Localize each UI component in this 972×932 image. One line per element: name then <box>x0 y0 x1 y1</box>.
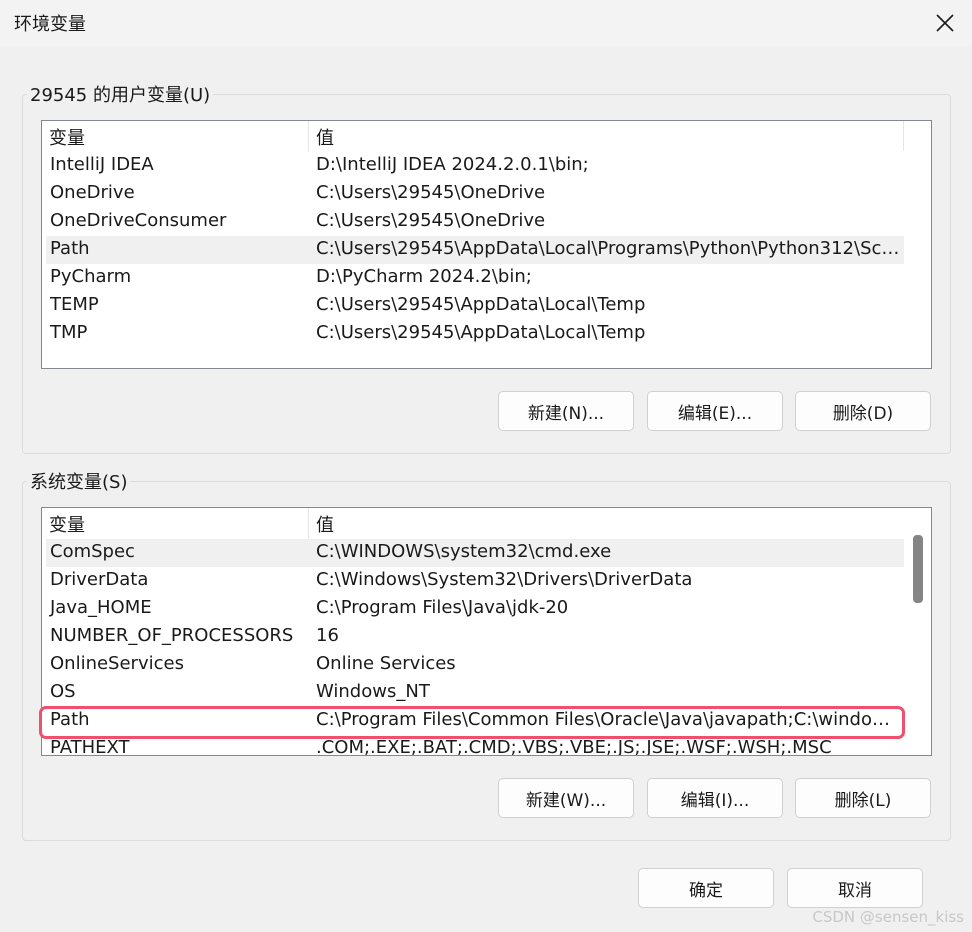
var-name: OneDriveConsumer <box>50 210 227 231</box>
sys-vars-scrollbar[interactable] <box>905 508 931 755</box>
column-header-name[interactable]: 变量 <box>42 511 85 537</box>
user-vars-list-header: 变量 值 <box>42 121 904 151</box>
list-item[interactable]: NUMBER_OF_PROCESSORS 16 <box>46 623 904 651</box>
var-name: DriverData <box>50 569 149 590</box>
list-item[interactable]: OneDrive C:\Users\29545\OneDrive <box>46 180 904 208</box>
list-item[interactable]: OnlineServices Online Services <box>46 651 904 679</box>
user-edit-button[interactable]: 编辑(E)... <box>647 391 783 431</box>
var-name: PATHEXT <box>50 737 130 756</box>
user-delete-button[interactable]: 删除(D) <box>795 391 931 431</box>
close-icon <box>936 14 954 32</box>
var-value: 16 <box>316 625 339 646</box>
cancel-button[interactable]: 取消 <box>787 868 923 908</box>
scrollbar-thumb[interactable] <box>913 535 923 603</box>
var-name: TMP <box>50 322 88 343</box>
user-new-button[interactable]: 新建(N)... <box>498 391 634 431</box>
list-item[interactable]: DriverData C:\Windows\System32\Drivers\D… <box>46 567 904 595</box>
watermark: CSDN @sensen_kiss <box>812 908 964 926</box>
var-value: C:\WINDOWS\system32\cmd.exe <box>316 541 612 562</box>
column-header-value[interactable]: 值 <box>309 124 334 150</box>
var-name: TEMP <box>50 294 99 315</box>
var-value: C:\Windows\System32\Drivers\DriverData <box>316 569 693 590</box>
close-button[interactable] <box>926 4 964 42</box>
list-item-selected[interactable]: ComSpec C:\WINDOWS\system32\cmd.exe <box>46 539 904 567</box>
sys-vars-list-header: 变量 值 <box>42 508 904 538</box>
sys-new-button[interactable]: 新建(W)... <box>498 778 634 818</box>
var-name: ComSpec <box>50 541 135 562</box>
dialog-body: 29545 的用户变量(U) 变量 值 IntelliJ IDEA D:\Int… <box>0 46 972 932</box>
user-vars-group-title: 29545 的用户变量(U) <box>27 81 214 107</box>
var-name: Java_HOME <box>50 597 152 618</box>
sys-vars-group-title: 系统变量(S) <box>27 468 131 494</box>
var-name: PyCharm <box>50 266 132 287</box>
var-name: OS <box>50 681 76 702</box>
ok-button[interactable]: 确定 <box>638 868 774 908</box>
sys-edit-button[interactable]: 编辑(I)... <box>647 778 783 818</box>
var-name: Path <box>50 238 90 259</box>
title-bar: 环境变量 <box>0 0 972 46</box>
var-value: D:\IntelliJ IDEA 2024.2.0.1\bin; <box>316 154 589 175</box>
list-item[interactable]: TMP C:\Users\29545\AppData\Local\Temp <box>46 320 904 348</box>
var-name: IntelliJ IDEA <box>50 154 154 175</box>
var-value: C:\Users\29545\AppData\Local\Temp <box>316 294 646 315</box>
list-item-selected[interactable]: Path C:\Users\29545\AppData\Local\Progra… <box>46 236 904 264</box>
var-value: C:\Users\29545\OneDrive <box>316 210 546 231</box>
var-name: NUMBER_OF_PROCESSORS <box>50 625 294 646</box>
list-item[interactable]: PyCharm D:\PyCharm 2024.2\bin; <box>46 264 904 292</box>
list-item[interactable]: IntelliJ IDEA D:\IntelliJ IDEA 2024.2.0.… <box>46 152 904 180</box>
user-vars-list[interactable]: 变量 值 IntelliJ IDEA D:\IntelliJ IDEA 2024… <box>41 120 932 369</box>
highlight-box <box>39 706 905 739</box>
var-value: C:\Program Files\Java\jdk-20 <box>316 597 569 618</box>
var-name: OnlineServices <box>50 653 184 674</box>
var-value: D:\PyCharm 2024.2\bin; <box>316 266 532 287</box>
var-value: C:\Users\29545\OneDrive <box>316 182 546 203</box>
list-item[interactable]: TEMP C:\Users\29545\AppData\Local\Temp <box>46 292 904 320</box>
var-value: C:\Users\29545\AppData\Local\Programs\Py… <box>316 238 901 259</box>
list-item[interactable]: OS Windows_NT <box>46 679 904 707</box>
var-value: Online Services <box>316 653 456 674</box>
column-header-name[interactable]: 变量 <box>42 124 85 150</box>
window-title: 环境变量 <box>14 14 86 35</box>
var-value: Windows_NT <box>316 681 430 702</box>
var-value: C:\Users\29545\AppData\Local\Temp <box>316 322 646 343</box>
column-divider[interactable] <box>903 121 904 151</box>
var-name: OneDrive <box>50 182 135 203</box>
var-value: .COM;.EXE;.BAT;.CMD;.VBS;.VBE;.JS;.JSE;.… <box>316 737 832 756</box>
list-item[interactable]: OneDriveConsumer C:\Users\29545\OneDrive <box>46 208 904 236</box>
sys-delete-button[interactable]: 删除(L) <box>795 778 931 818</box>
list-item[interactable]: Java_HOME C:\Program Files\Java\jdk-20 <box>46 595 904 623</box>
column-header-value[interactable]: 值 <box>309 511 334 537</box>
